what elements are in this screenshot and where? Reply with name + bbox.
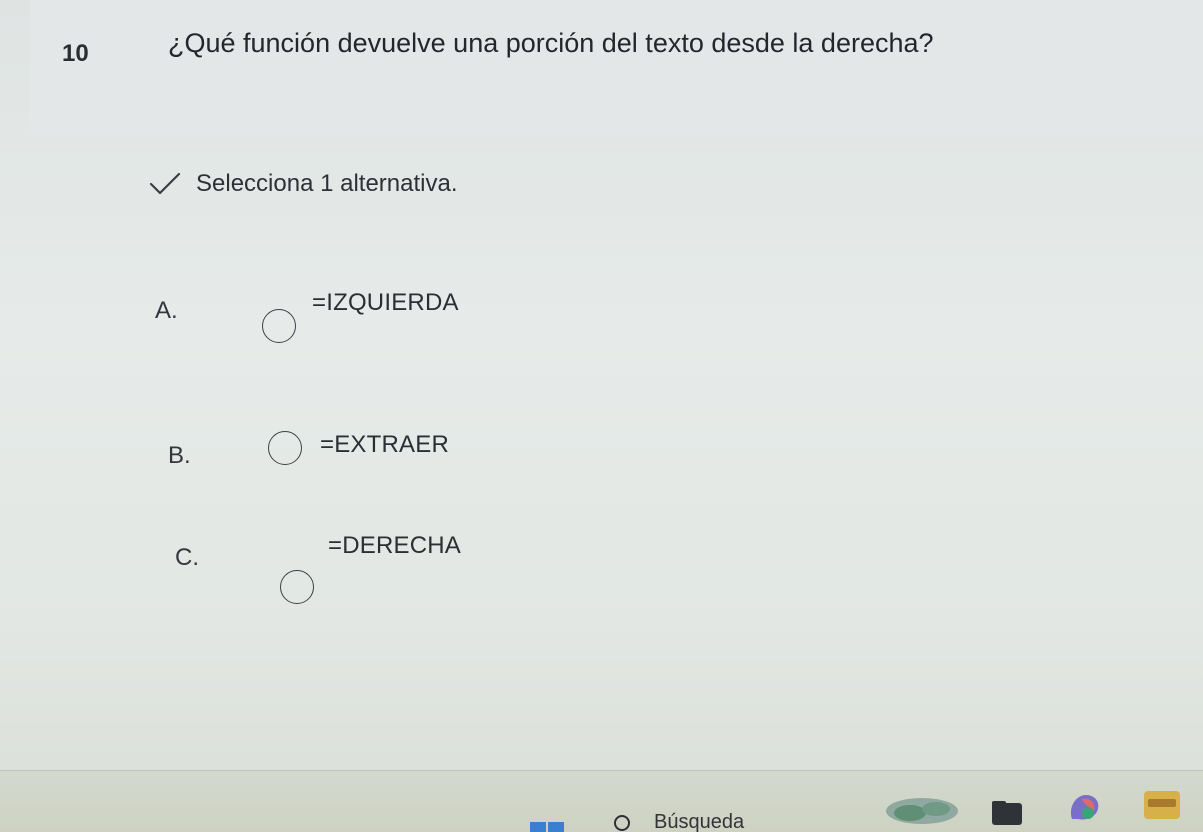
checkmark-icon [148, 171, 182, 197]
option-a-value: =IZQUIERDA [312, 289, 459, 317]
option-c-radio[interactable] [280, 570, 314, 604]
question-header-band [30, 0, 1203, 135]
option-b-radio[interactable] [268, 431, 302, 465]
option-b-value: =EXTRAER [320, 431, 449, 459]
file-explorer-icon[interactable] [990, 797, 1024, 827]
option-b-letter: B. [168, 442, 191, 470]
taskbar-search[interactable]: Búsqueda [612, 811, 744, 832]
weather-widget-icon[interactable] [882, 793, 962, 829]
instruction: Selecciona 1 alternativa. [148, 170, 458, 198]
option-a-letter: A. [155, 297, 178, 325]
taskbar: Búsqueda [0, 770, 1203, 832]
instruction-text: Selecciona 1 alternativa. [196, 170, 458, 198]
search-icon [612, 813, 632, 832]
copilot-icon[interactable] [1064, 789, 1104, 825]
app-icon[interactable] [1140, 785, 1184, 825]
question-number: 10 [62, 40, 89, 68]
question-text: ¿Qué función devuelve una porción del te… [168, 28, 934, 59]
option-c-letter: C. [175, 544, 199, 572]
search-label: Búsqueda [654, 811, 744, 832]
option-c-value: =DERECHA [328, 532, 461, 560]
windows-start-icon[interactable] [530, 820, 566, 832]
option-a-radio[interactable] [262, 309, 296, 343]
